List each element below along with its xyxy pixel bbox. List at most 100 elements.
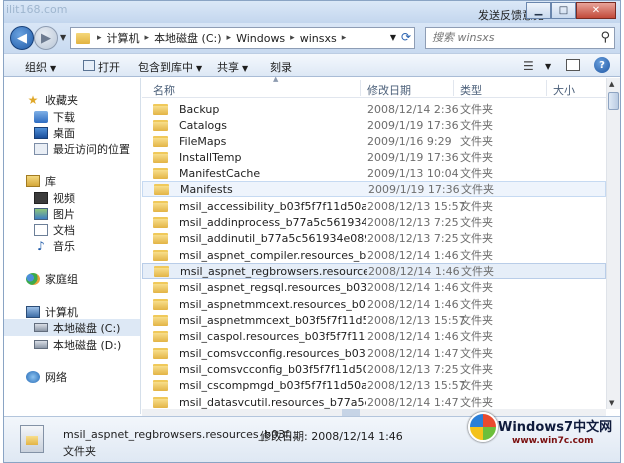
nav-item-label: 音乐 xyxy=(53,239,75,253)
file-row[interactable]: msil_aspnet_regbrowsers.resources_b03f5f… xyxy=(142,263,606,279)
search-icon[interactable]: ⚲ xyxy=(600,30,610,45)
chevron-right-icon[interactable]: ▸ xyxy=(94,33,105,43)
folder-icon xyxy=(153,200,168,212)
nav-item-homegroup[interactable]: 家庭组 xyxy=(4,270,140,287)
nav-item-desktop[interactable]: 桌面 xyxy=(4,124,140,141)
nav-item-pictures[interactable]: 图片 xyxy=(4,205,140,222)
column-divider[interactable] xyxy=(453,80,454,96)
file-row[interactable]: ManifestCache 2009/1/13 10:04 文件夹 xyxy=(142,165,606,181)
caption-buttons: ▁ □ ✕ xyxy=(526,2,616,19)
search-input[interactable] xyxy=(432,31,592,44)
share-button[interactable]: 共享 ▼ xyxy=(217,59,248,75)
recent-pages-dropdown[interactable]: ▼ xyxy=(60,33,66,42)
nav-item-downloads[interactable]: 下载 xyxy=(4,108,140,125)
file-row[interactable]: msil_caspol.resources_b03f5f7f11d50a3a_6… xyxy=(142,328,606,344)
file-row[interactable]: InstallTemp 2009/1/19 17:36 文件夹 xyxy=(142,149,606,165)
file-name: msil_comsvcconfig.resources_b03f5f7f11d5… xyxy=(179,346,366,360)
open-button[interactable]: 打开 xyxy=(98,59,120,75)
close-button[interactable]: ✕ xyxy=(576,2,616,19)
file-date: 2008/12/14 1:46 xyxy=(367,329,459,343)
preview-pane-icon[interactable] xyxy=(566,59,580,71)
search-box[interactable]: ⚲ xyxy=(425,27,615,49)
include-in-library-button[interactable]: 包含到库中 ▼ xyxy=(138,59,202,75)
address-dropdown-icon[interactable]: ▼ xyxy=(390,33,396,42)
file-name: InstallTemp xyxy=(179,150,242,164)
scroll-thumb[interactable] xyxy=(608,92,619,110)
scroll-thumb[interactable] xyxy=(342,409,360,416)
nav-item-label: 计算机 xyxy=(45,305,78,319)
file-type: 文件夹 xyxy=(460,119,493,132)
desktop-icon xyxy=(34,126,48,139)
back-button[interactable]: ◀ xyxy=(10,26,34,50)
column-size[interactable]: 大小 xyxy=(553,82,575,98)
vertical-scrollbar[interactable]: ▲ ▼ xyxy=(606,78,620,409)
file-row[interactable]: msil_comsvcconfig.resources_b03f5f7f11d5… xyxy=(142,345,606,361)
chevron-right-icon[interactable]: ▸ xyxy=(224,33,235,43)
file-type: 文件夹 xyxy=(460,151,493,164)
file-name: msil_addinprocess_b77a5c561934e089_6.1.7… xyxy=(179,215,366,229)
forward-button[interactable]: ▶ xyxy=(34,26,58,50)
view-options-icon[interactable]: ☰ xyxy=(523,59,534,73)
nav-item-computer[interactable]: 计算机 xyxy=(4,303,140,320)
breadcrumb-drive-c[interactable]: 本地磁盘 (C:) xyxy=(152,30,223,46)
refresh-icon[interactable]: ⟳ xyxy=(401,30,411,44)
scroll-up-icon[interactable]: ▲ xyxy=(609,80,614,88)
nav-item-music[interactable]: ♪ 音乐 xyxy=(4,237,140,254)
organize-button[interactable]: 组织 ▼ xyxy=(25,59,56,75)
column-divider[interactable] xyxy=(360,80,361,96)
nav-item-network[interactable]: 网络 xyxy=(4,368,140,385)
file-row[interactable]: msil_aspnetmmcext.resources_b03f5f7f11d5… xyxy=(142,296,606,312)
burn-button[interactable]: 刻录 xyxy=(270,59,292,75)
nav-item-recent-places[interactable]: 最近访问的位置 xyxy=(4,140,140,157)
breadcrumb-windows[interactable]: Windows xyxy=(234,32,287,45)
column-name[interactable]: 名称 xyxy=(153,82,175,98)
nav-item-label: 网络 xyxy=(45,370,67,384)
include-in-library-label: 包含到库中 xyxy=(138,61,193,74)
maximize-button[interactable]: □ xyxy=(551,2,576,19)
nav-item-label: 本地磁盘 (C:) xyxy=(53,321,121,335)
file-row[interactable]: FileMaps 2009/1/16 9:29 文件夹 xyxy=(142,133,606,149)
nav-item-label: 家庭组 xyxy=(45,272,78,286)
file-row[interactable]: Catalogs 2009/1/19 17:36 文件夹 xyxy=(142,117,606,133)
nav-item-libraries[interactable]: 库 xyxy=(4,172,140,189)
file-type: 文件夹 xyxy=(460,298,493,311)
breadcrumb-winsxs[interactable]: winsxs xyxy=(298,32,339,45)
hard-drive-icon xyxy=(34,340,48,349)
file-date: 2008/12/14 1:46 xyxy=(367,297,459,311)
open-icon xyxy=(83,60,95,71)
file-row[interactable]: Manifests 2009/1/19 17:36 文件夹 xyxy=(142,181,606,197)
file-row[interactable]: msil_accessibility_b03f5f7f11d50a3a_6.1.… xyxy=(142,198,606,214)
nav-item-drive-d[interactable]: 本地磁盘 (D:) xyxy=(4,336,140,353)
column-type[interactable]: 类型 xyxy=(460,82,482,98)
file-row[interactable]: msil_addinutil_b77a5c561934e089_6.1.7000… xyxy=(142,230,606,246)
file-row[interactable]: msil_datasvcutil.resources_b77a5c561934e… xyxy=(142,394,606,410)
nav-item-label: 收藏夹 xyxy=(45,93,78,107)
file-name: msil_cscompmgd_b03f5f7f11d50a3a_6.1.700.… xyxy=(179,378,366,392)
file-row[interactable]: msil_addinprocess_b77a5c561934e089_6.1.7… xyxy=(142,214,606,230)
file-row[interactable]: msil_comsvcconfig_b03f5f7f11d50a3a_6.1.7… xyxy=(142,361,606,377)
folder-icon xyxy=(76,32,90,44)
breadcrumb-computer[interactable]: 计算机 xyxy=(105,30,142,46)
chevron-right-icon[interactable]: ▸ xyxy=(339,33,350,43)
file-row[interactable]: msil_aspnet_regsql.resources_b03f5f7f11d… xyxy=(142,279,606,295)
nav-item-videos[interactable]: 视频 xyxy=(4,189,140,206)
help-icon[interactable]: ? xyxy=(594,57,610,73)
chevron-down-icon[interactable]: ▼ xyxy=(545,62,551,71)
nav-item-drive-c[interactable]: 本地磁盘 (C:) xyxy=(4,319,140,336)
file-name: msil_aspnet_regsql.resources_b03f5f7f11d… xyxy=(179,280,366,294)
file-row[interactable]: msil_cscompmgd_b03f5f7f11d50a3a_6.1.700.… xyxy=(142,377,606,393)
file-name: Manifests xyxy=(180,182,233,196)
minimize-button[interactable]: ▁ xyxy=(526,2,551,19)
chevron-right-icon[interactable]: ▸ xyxy=(287,33,298,43)
scroll-down-icon[interactable]: ▼ xyxy=(609,399,614,407)
star-icon: ★ xyxy=(27,92,39,107)
address-bar[interactable]: ▸ 计算机 ▸ 本地磁盘 (C:) ▸ Windows ▸ winsxs ▸ ▼… xyxy=(70,27,415,49)
column-divider[interactable] xyxy=(546,80,547,96)
file-row[interactable]: msil_aspnet_compiler.resources_b03f5f7f1… xyxy=(142,247,606,263)
nav-item-favorites[interactable]: ★ 收藏夹 xyxy=(4,91,140,108)
file-row[interactable]: Backup 2008/12/14 2:36 文件夹 xyxy=(142,101,606,117)
chevron-right-icon[interactable]: ▸ xyxy=(142,33,153,43)
nav-item-documents[interactable]: 文档 xyxy=(4,221,140,238)
column-date-modified[interactable]: 修改日期 xyxy=(367,82,411,98)
file-row[interactable]: msil_aspnetmmcext_b03f5f7f11d50a3a_6.1.7… xyxy=(142,312,606,328)
